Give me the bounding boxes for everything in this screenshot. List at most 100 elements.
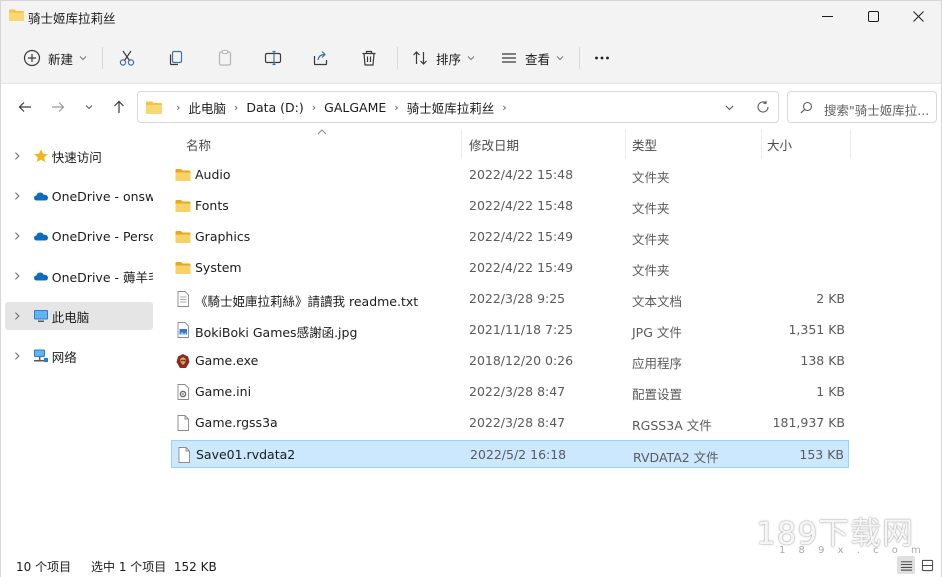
blank-file-icon	[177, 415, 189, 431]
chevron-right-icon[interactable]	[12, 231, 22, 241]
cloud-icon	[33, 272, 48, 281]
copy-icon	[169, 50, 183, 66]
sort-button[interactable]: 排序	[411, 44, 475, 72]
breadcrumb-item[interactable]: Data (D:)	[246, 100, 303, 115]
item-count: 10 个项目	[16, 560, 72, 574]
file-row[interactable]: Graphics 2022/4/22 15:49 文件夹	[171, 223, 849, 251]
back-button[interactable]	[15, 97, 35, 117]
chevron-down-icon	[467, 56, 475, 61]
search-input[interactable]: 搜索"骑士姬库拉...	[787, 91, 937, 123]
file-type: 配置设置	[632, 387, 683, 402]
folder-icon	[175, 200, 191, 212]
image-file-icon	[177, 322, 189, 338]
details-view-button[interactable]	[897, 556, 915, 574]
file-row[interactable]: Game.ini 2022/3/28 8:47 配置设置 1 KB	[171, 378, 849, 406]
column-divider[interactable]	[461, 129, 462, 159]
recent-locations-button[interactable]	[79, 97, 99, 117]
chevron-right-icon[interactable]: ›	[234, 101, 238, 114]
minimize-icon	[821, 15, 833, 17]
copy-button[interactable]	[167, 44, 185, 72]
chevron-down-icon	[79, 56, 87, 61]
refresh-icon[interactable]	[756, 100, 770, 114]
blank-file-icon	[178, 447, 190, 463]
close-button[interactable]	[895, 1, 941, 31]
breadcrumb-item[interactable]: 骑士姬库拉莉丝	[407, 98, 495, 117]
chevron-right-icon[interactable]: ›	[502, 101, 506, 114]
rename-button[interactable]	[264, 44, 282, 72]
paste-button[interactable]	[216, 44, 234, 72]
file-type: 文件夹	[632, 170, 670, 185]
column-divider[interactable]	[761, 129, 762, 159]
address-bar[interactable]: › 此电脑 › Data (D:) › GALGAME › 骑士姬库拉莉丝 ›	[137, 91, 779, 123]
delete-button[interactable]	[360, 44, 378, 72]
minimize-button[interactable]	[804, 1, 850, 31]
settings-file-icon	[177, 384, 189, 400]
file-type: 应用程序	[632, 356, 683, 371]
nav-item-label: OneDrive - Persor	[51, 228, 153, 244]
file-row[interactable]: Game.rgss3a 2022/3/28 8:47 RGSS3A 文件 181…	[171, 409, 849, 437]
nav-item-onedrive-1[interactable]: OneDrive - onswe	[5, 182, 153, 210]
more-button[interactable]	[593, 44, 611, 72]
search-icon	[800, 101, 813, 114]
chevron-right-icon[interactable]: ›	[394, 101, 398, 114]
forward-button[interactable]	[48, 97, 68, 117]
computer-icon	[33, 310, 48, 322]
thumbnail-view-button[interactable]	[918, 556, 936, 574]
chevron-right-icon[interactable]	[12, 271, 22, 281]
exe-icon	[176, 354, 190, 368]
file-size: 138 KB	[800, 353, 845, 368]
share-button[interactable]	[312, 44, 330, 72]
file-row[interactable]: System 2022/4/22 15:49 文件夹	[171, 254, 849, 282]
column-divider[interactable]	[625, 129, 626, 159]
breadcrumb-item[interactable]: GALGAME	[324, 100, 386, 115]
close-icon	[912, 10, 924, 22]
status-bar: 10 个项目 选中 1 个项目 152 KB	[1, 553, 941, 577]
file-date: 2022/4/22 15:49	[469, 260, 574, 275]
chevron-right-icon[interactable]: ›	[312, 101, 316, 114]
file-row[interactable]: Game.exe 2018/12/20 0:26 应用程序 138 KB	[171, 347, 849, 375]
up-button[interactable]	[109, 97, 129, 117]
column-divider[interactable]	[850, 129, 851, 159]
sort-label: 排序	[436, 51, 462, 67]
more-icon	[595, 56, 609, 60]
folder-icon	[175, 262, 191, 274]
arrow-right-icon	[52, 102, 65, 112]
file-row-selected[interactable]: Save01.rvdata2 2022/5/2 16:18 RVDATA2 文件…	[171, 440, 849, 468]
column-header-size[interactable]: 大小	[767, 135, 792, 154]
cut-button[interactable]	[118, 44, 136, 72]
search-placeholder: 搜索"骑士姬库拉...	[824, 103, 930, 118]
file-size: 153 KB	[799, 447, 844, 462]
chevron-right-icon[interactable]	[12, 191, 22, 201]
column-header-date[interactable]: 修改日期	[469, 135, 519, 154]
nav-item-network[interactable]: 网络	[5, 342, 153, 370]
nav-item-onedrive-3[interactable]: OneDrive - 薅羊毛	[5, 262, 153, 290]
new-button[interactable]: 新建	[23, 44, 87, 72]
file-name: Game.rgss3a	[195, 415, 278, 430]
cloud-icon	[33, 232, 48, 241]
selection-info: 选中 1 个项目 152 KB	[91, 560, 217, 574]
file-size: 1,351 KB	[788, 322, 845, 337]
file-type: RVDATA2 文件	[633, 450, 719, 465]
chevron-down-icon[interactable]	[724, 102, 735, 113]
file-row[interactable]: Audio 2022/4/22 15:48 文件夹	[171, 161, 849, 189]
column-header-type[interactable]: 类型	[632, 135, 657, 154]
cloud-icon	[33, 192, 48, 201]
title-bar[interactable]: 骑士姬库拉莉丝	[1, 1, 941, 31]
plus-circle-icon	[23, 49, 41, 67]
file-row[interactable]: 《騎士姫庫拉莉絲》請讀我 readme.txt 2022/3/28 9:25 文…	[171, 285, 849, 313]
view-button[interactable]: 查看	[500, 44, 564, 72]
file-row[interactable]: BokiBoki Games感謝函.jpg 2021/11/18 7:25 JP…	[171, 316, 849, 344]
chevron-right-icon[interactable]	[12, 311, 22, 321]
chevron-right-icon[interactable]	[12, 351, 22, 361]
trash-icon	[362, 50, 376, 66]
maximize-button[interactable]	[850, 1, 896, 31]
nav-item-onedrive-2[interactable]: OneDrive - Persor	[5, 222, 153, 250]
nav-item-label: 此电脑	[51, 309, 90, 325]
chevron-right-icon[interactable]	[12, 151, 22, 161]
file-date: 2022/5/2 16:18	[470, 447, 567, 462]
nav-item-this-pc[interactable]: 此电脑	[5, 302, 153, 330]
file-row[interactable]: Fonts 2022/4/22 15:48 文件夹	[171, 192, 849, 220]
column-header-name[interactable]: 名称	[186, 135, 211, 154]
breadcrumb-item[interactable]: 此电脑	[188, 98, 226, 117]
nav-item-quick-access[interactable]: 快速访问	[5, 142, 153, 170]
